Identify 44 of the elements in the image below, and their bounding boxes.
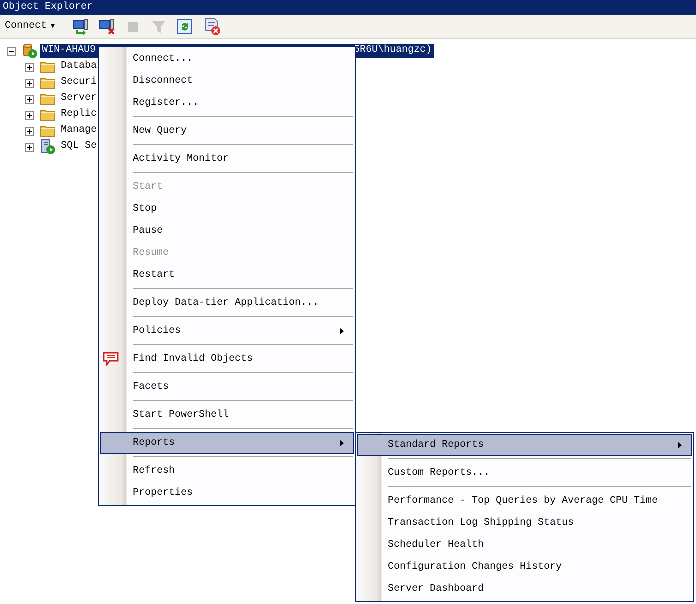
tree-node-label[interactable]: SQL Se (59, 140, 100, 154)
tree-node-label[interactable]: Server (59, 92, 100, 106)
menu-item[interactable]: Connect... (100, 48, 354, 70)
menu-item[interactable]: Properties (100, 482, 354, 504)
submenu-arrow-icon (340, 328, 344, 334)
tree-node-label[interactable]: Databa (59, 60, 100, 74)
filter-icon (151, 18, 168, 34)
menu-item[interactable]: Standard Reports (357, 434, 692, 456)
expand-icon[interactable] (25, 94, 34, 104)
submenu-arrow-icon (340, 440, 344, 446)
menu-item[interactable]: Disconnect (100, 70, 354, 92)
collapse-icon[interactable] (7, 46, 16, 56)
database-play-icon (22, 43, 38, 59)
expand-icon[interactable] (25, 142, 34, 152)
expand-icon[interactable] (25, 78, 34, 88)
monitor-cross-icon (99, 18, 116, 34)
expand-icon[interactable] (25, 126, 34, 136)
menu-item[interactable]: Stop (100, 198, 354, 220)
login-name: 5R6U\huangzc) (354, 44, 432, 58)
submenu-arrow-icon (678, 442, 682, 448)
monitor-arrow-icon (73, 18, 90, 34)
menu-item[interactable]: Configuration Changes History (357, 556, 692, 578)
menu-item[interactable]: Scheduler Health (357, 534, 692, 556)
server-name: WIN-AHAU9 (42, 44, 96, 58)
connect-button[interactable] (72, 18, 90, 36)
menu-item[interactable]: Pause (100, 220, 354, 242)
menu-item[interactable]: Register... (100, 92, 354, 114)
expand-icon[interactable] (25, 62, 34, 72)
speech-bubble-icon (103, 352, 119, 366)
tree-node-label[interactable]: Securi (59, 76, 100, 90)
menu-item[interactable]: Server Dashboard (357, 578, 692, 600)
disconnect-button[interactable] (98, 18, 116, 36)
refresh-icon (177, 18, 194, 34)
menu-item[interactable]: Reports (100, 426, 354, 454)
panel-title: Object Explorer (0, 0, 696, 15)
tree-node-label[interactable]: Replic (59, 108, 100, 122)
expand-icon[interactable] (25, 110, 34, 120)
server-play-icon (40, 139, 56, 155)
connect-button[interactable]: Connect ▾ (3, 18, 58, 36)
tree-node-label[interactable]: Manage (59, 124, 100, 138)
menu-item[interactable]: Transaction Log Shipping Status (357, 512, 692, 534)
script-delete-icon (203, 18, 222, 36)
menu-item[interactable]: Restart (100, 264, 354, 286)
refresh-button[interactable] (176, 18, 194, 36)
